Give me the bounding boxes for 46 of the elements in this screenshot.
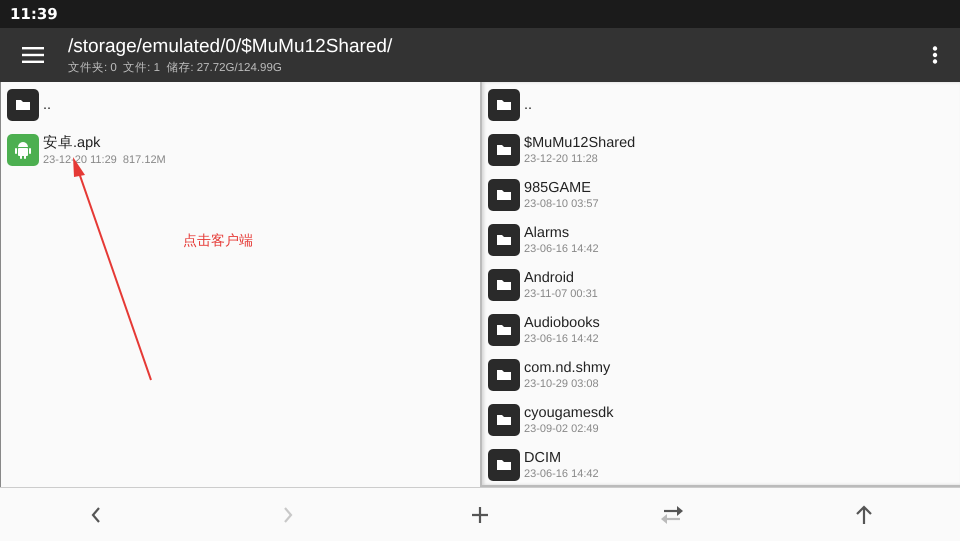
current-path: /storage/emulated/0/$MuMu12Shared/ [68,36,394,58]
file-row[interactable]: $MuMu12Shared 23-12-20 11:28 [482,127,960,172]
folder-name: com.nd.shmy [524,360,610,376]
more-options-icon[interactable] [932,46,938,64]
file-row[interactable]: Audiobooks 23-06-16 14:42 [482,307,960,352]
folder-icon [488,448,520,480]
folder-date: 23-06-16 14:42 [524,242,599,254]
file-name: .. [43,96,52,112]
folder-date: 23-08-10 03:57 [524,198,599,210]
folder-name: cyougamesdk [524,404,614,420]
folder-icon [488,358,520,390]
menu-icon[interactable] [22,47,44,63]
folder-name: DCIM [524,450,562,466]
file-row[interactable]: .. [482,82,960,127]
file-row[interactable]: Alarms 23-06-16 14:42 [482,217,960,262]
file-row[interactable]: Android 23-11-07 00:31 [482,262,960,307]
folder-icon [488,178,520,210]
file-name: 安卓.apk [43,134,102,152]
folder-date: 23-09-02 02:49 [524,422,600,434]
file-row[interactable]: DCIM 23-06-16 14:42 [482,442,960,485]
clock-time: 11:39 [10,5,58,23]
folder-icon [488,224,520,256]
folder-icon [488,268,520,300]
android-app-icon [7,134,39,166]
file-row[interactable]: cyougamesdk 23-09-02 02:49 [482,397,960,442]
file-row[interactable]: 985GAME 23-08-10 03:57 [482,172,960,217]
folder-icon [488,314,520,346]
folder-icon [488,404,520,436]
file-row[interactable]: .. [1,82,480,127]
folder-name: Alarms [524,224,570,240]
folder-date: 23-10-29 03:08 [524,378,600,390]
folder-date: 23-06-16 14:42 [524,468,599,480]
folder-date: 23-12-20 11:28 [524,152,599,164]
storage-info: 文件夹: 0 文件: 1 储存: 27.72G/124.99G [68,60,283,74]
folder-name: 985GAME [524,180,592,196]
folder-date: 23-06-16 14:42 [524,332,600,344]
folder-name: Android [524,270,575,286]
folder-name: Audiobooks [524,314,600,330]
folder-icon [488,134,520,166]
annotation-label: 点击客户端 [183,232,253,250]
folder-name: .. [524,96,532,112]
folder-date: 23-11-07 00:31 [524,288,598,300]
file-row[interactable]: com.nd.shmy 23-10-29 03:08 [482,352,960,397]
folder-icon [488,88,520,120]
folder-name: $MuMu12Shared [524,134,636,150]
folder-icon [7,88,39,120]
